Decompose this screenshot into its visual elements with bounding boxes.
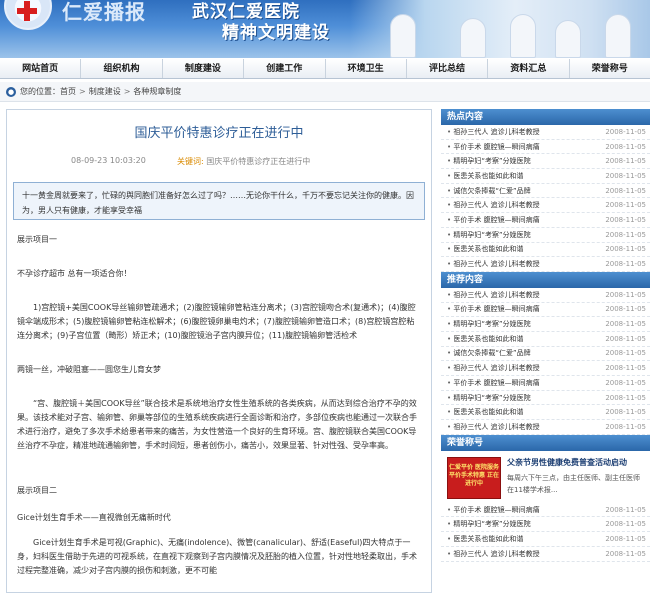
article-date: 08-09-23 10:03:20 [71, 156, 146, 165]
list-item[interactable]: 平价手术 腹腔镜—瞬间病痛2008-11-05 [441, 303, 650, 318]
banner-slogan-line2: 精神文明建设 [222, 23, 330, 43]
recommended-content-header: 推荐内容 [441, 271, 650, 288]
list-item[interactable]: 医患关系也能如此和谐2008-11-05 [441, 532, 650, 547]
article-paragraph: 两镜一丝，冲破阻塞——圆您生儿育女梦 [17, 365, 161, 374]
banner: 仁爱播报 武汉仁爱医院 精神文明建设 [0, 0, 650, 58]
article-title: 国庆平价特惠诊疗正在进行中 [134, 126, 304, 141]
list-item[interactable]: 医患关系也能如此和谐2008-11-05 [441, 405, 650, 421]
article-paragraph: 不孕诊疗超市 总有一项适合你！ [17, 269, 132, 278]
article-keywords: 关键词: 国庆平价特惠诊疗正在进行中 [177, 156, 310, 167]
article-meta: 08-09-23 10:03:20 关键词: 国庆平价特惠诊疗正在进行中 [7, 156, 431, 168]
nav-home[interactable]: 网站首页 [0, 59, 82, 78]
promo-title[interactable]: 父亲节男性健康免费普查活动启动 [507, 457, 646, 468]
article-panel: 国庆平价特惠诊疗正在进行中 08-09-23 10:03:20 关键词: 国庆平… [6, 109, 432, 593]
list-item[interactable]: 平价手术 腹腔镜—瞬间病痛2008-11-05 [441, 503, 650, 518]
site-name: 仁爱播报 [62, 0, 146, 24]
article-paragraph: Gice计划生育手术是可视(Graphic)、无痛(indolence)、微管(… [17, 538, 417, 575]
list-item[interactable]: 精明孕妇“考察”分娩医院2008-11-05 [441, 228, 650, 243]
list-item[interactable]: 祖孙三代人 追诊儿科老教授2008-11-05 [441, 198, 650, 214]
list-item[interactable]: 祖孙三代人 追诊儿科老教授2008-11-05 [441, 288, 650, 303]
list-item[interactable]: 祖孙三代人 追诊儿科老教授2008-11-05 [441, 420, 650, 435]
honor-promo[interactable]: 仁爱平价 医院服务 平价手术特惠 正在进行中 父亲节男性健康免费普查活动启动 每… [441, 451, 650, 503]
list-item[interactable]: 精明孕妇“考察”分娩医院2008-11-05 [441, 154, 650, 170]
article-paragraph: 展示项目二 [17, 486, 57, 495]
breadcrumb-regulations[interactable]: 制度建设 [89, 86, 121, 97]
list-item[interactable]: 精明孕妇“考察”分娩医院2008-11-05 [441, 391, 650, 406]
honors-header: 荣誉称号 [441, 434, 650, 451]
location-icon: ● [6, 86, 16, 97]
article-paragraph: 展示项目一 [17, 235, 57, 244]
list-item[interactable]: 医患关系也能如此和谐2008-11-05 [441, 243, 650, 258]
list-item[interactable]: 平价手术 腹腔镜—瞬间病痛2008-11-05 [441, 213, 650, 228]
list-item[interactable]: 诚信欠条捧载“仁爱”品牌2008-11-05 [441, 347, 650, 362]
list-item[interactable]: 祖孙三代人 追诊儿科老教授2008-11-05 [441, 547, 650, 562]
nav-honors[interactable]: 荣誉称号 [570, 59, 650, 78]
promo-description: 每周六下午三点，由主任医师、副主任医师在11楼学术报... [507, 473, 640, 494]
nav-creation-work[interactable]: 创建工作 [244, 59, 326, 78]
list-item[interactable]: 祖孙三代人 追诊儿科老教授2008-11-05 [441, 125, 650, 140]
list-item[interactable]: 医患关系也能如此和谐2008-11-05 [441, 332, 650, 347]
list-item[interactable]: 平价手术 腹腔镜—瞬间病痛2008-11-05 [441, 376, 650, 391]
nav-materials[interactable]: 资料汇总 [488, 59, 570, 78]
red-cross-icon [17, 1, 37, 21]
breadcrumb-separator: > [79, 87, 86, 96]
nav-regulations[interactable]: 制度建设 [163, 59, 245, 78]
hot-content-list: 祖孙三代人 追诊儿科老教授2008-11-05 平价手术 腹腔镜—瞬间病痛200… [441, 125, 650, 272]
list-item[interactable]: 祖孙三代人 追诊儿科老教授2008-11-05 [441, 257, 650, 272]
recommended-content-list: 祖孙三代人 追诊儿科老教授2008-11-05 平价手术 腹腔镜—瞬间病痛200… [441, 288, 650, 435]
sidebar: 热点内容 祖孙三代人 追诊儿科老教授2008-11-05 平价手术 腹腔镜—瞬间… [441, 109, 650, 562]
nav-organization[interactable]: 组织机构 [81, 59, 163, 78]
keyword-value[interactable]: 国庆平价特惠诊疗正在进行中 [206, 157, 310, 166]
breadcrumb: ● 您的位置： 首页 > 制度建设 > 各种规章制度 [0, 82, 650, 102]
list-item[interactable]: 精明孕妇“考察”分娩医院2008-11-05 [441, 517, 650, 533]
hot-content-header: 热点内容 [441, 109, 650, 125]
breadcrumb-home[interactable]: 首页 [60, 86, 76, 97]
list-item[interactable]: 医患关系也能如此和谐2008-11-05 [441, 169, 650, 184]
breadcrumb-prefix: 您的位置： [20, 87, 60, 96]
article-body: 展示项目一 不孕诊疗超市 总有一项适合你！ 1)宫腔镜+美国COOK导丝输卵管疏… [7, 220, 431, 578]
list-item[interactable]: 诚信欠条捧载“仁爱”品牌2008-11-05 [441, 184, 650, 199]
nav-environment[interactable]: 环境卫生 [326, 59, 407, 78]
article-paragraph: Gice计划生育手术——直视微创无痛新时代 [17, 513, 171, 522]
keyword-label: 关键词: [177, 157, 204, 166]
list-item[interactable]: 精明孕妇“考察”分娩医院2008-11-05 [441, 317, 650, 332]
promo-thumbnail[interactable]: 仁爱平价 医院服务 平价手术特惠 正在进行中 [447, 456, 501, 499]
breadcrumb-rules[interactable]: 各种规章制度 [133, 86, 181, 97]
article-paragraph: 1)宫腔镜+美国COOK导丝输卵管疏通术；(2)腹腔镜输卵管粘连分离术；(3)宫… [17, 303, 416, 340]
list-item[interactable]: 祖孙三代人 追诊儿科老教授2008-11-05 [441, 361, 650, 376]
main-nav: 网站首页 组织机构 制度建设 创建工作 环境卫生 评比总结 资料汇总 荣誉称号 [0, 58, 650, 79]
honors-list: 平价手术 腹腔镜—瞬间病痛2008-11-05 精明孕妇“考察”分娩医院2008… [441, 503, 650, 562]
banner-photo [350, 0, 650, 58]
nav-evaluation[interactable]: 评比总结 [407, 59, 489, 78]
article-summary: 十一黄金周就要来了，忙碌的舆同胞们准备好怎么过了吗？……无论你干什么，千万不要忘… [13, 182, 425, 220]
article-paragraph: “宫、腹腔镜＋美国COOK导丝”联合技术是系统地治疗女性生殖系统的各类疾病，从而… [17, 399, 417, 450]
list-item[interactable]: 平价手术 腹腔镜—瞬间病痛2008-11-05 [441, 140, 650, 155]
breadcrumb-separator: > [123, 87, 131, 96]
